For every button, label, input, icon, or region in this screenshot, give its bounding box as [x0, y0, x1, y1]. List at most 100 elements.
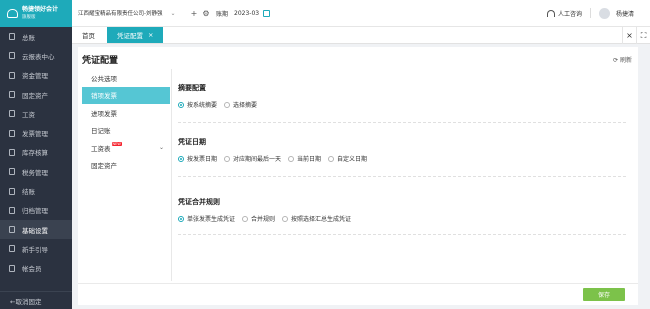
radio-label: 单张发票生成凭证	[187, 216, 236, 223]
sidebar-item-guide[interactable]: 新手引导	[0, 239, 72, 258]
support-link[interactable]: 人工咨询	[558, 9, 582, 18]
sidebar-item-label: 云报表中心	[22, 52, 55, 61]
avatar[interactable]	[598, 7, 610, 19]
user-name[interactable]: 杨捷清	[616, 9, 634, 18]
radio-system-summary[interactable]: 按系统摘要	[178, 100, 217, 109]
tab-bar: 首页 凭证配置 × × ⛶	[72, 26, 650, 44]
fund-icon	[8, 71, 16, 79]
radio-custom-date[interactable]: 自定义日期	[328, 154, 367, 163]
asset-icon	[8, 91, 16, 99]
radio-group: 按系统摘要 选择摘要	[178, 100, 626, 109]
radio-label: 对应期间最后一天	[233, 156, 282, 163]
subnav-label: 销项发票	[91, 92, 117, 101]
subnav-label: 工资表	[91, 144, 111, 153]
member-icon	[8, 264, 16, 272]
period-label: 账期	[216, 10, 229, 18]
section-voucher-date: 凭证日期 按发票日期 对应期间最后一天 当前日期 自定义日期	[178, 123, 626, 177]
refresh-button[interactable]: ⟳ 刷新	[613, 55, 632, 64]
radio-group: 按发票日期 对应期间最后一天 当前日期 自定义日期	[178, 154, 626, 163]
sidebar-item-salary[interactable]: 工资	[0, 104, 72, 123]
section-title: 凭证合并规则	[178, 198, 220, 206]
sidebar-item-tax[interactable]: 税务管理	[0, 162, 72, 181]
main-panel: 凭证配置 ⟳ 刷新 公共选项 销项发票 进项发票 日记账 工资表 NEW ⌄ 固…	[78, 47, 638, 305]
radio-unchecked-icon	[224, 101, 231, 108]
ledger-icon	[8, 33, 16, 41]
subnav-label: 固定资产	[91, 162, 117, 171]
divider	[589, 8, 591, 18]
subnav-item-salary[interactable]: 工资表 NEW ⌄	[82, 139, 170, 157]
sidebar-item-label: 帐会员	[22, 265, 42, 274]
sidebar-item-inventory[interactable]: 库存核算	[0, 143, 72, 162]
tab-label: 凭证配置	[117, 32, 143, 40]
sidebar-item-label: 资金管理	[22, 72, 48, 81]
radio-current-date[interactable]: 当前日期	[288, 154, 321, 163]
radio-select-summary[interactable]: 选择摘要	[224, 100, 257, 109]
sidebar-item-invoice[interactable]: 发票管理	[0, 123, 72, 142]
radio-unchecked-icon	[224, 155, 231, 162]
sidebar-item-ledger[interactable]: 总账	[0, 27, 72, 46]
sidebar-item-label: 结账	[22, 188, 35, 197]
radio-label: 合并规则	[251, 216, 276, 223]
subnav-label: 进项发票	[91, 109, 117, 118]
guide-icon	[8, 245, 16, 253]
divider	[171, 69, 172, 281]
section-title: 摘要配置	[178, 84, 206, 92]
subnav-item-fixed-asset[interactable]: 固定资产	[82, 157, 170, 175]
company-name: 江西耀宝精品有限责任公司-刘静强	[78, 11, 163, 17]
close-period-icon	[8, 187, 16, 195]
subnav-item-journal[interactable]: 日记账	[82, 122, 170, 140]
sidebar-item-member[interactable]: 帐会员	[0, 259, 72, 278]
new-badge: NEW	[111, 141, 122, 146]
tab-voucher-config[interactable]: 凭证配置 ×	[107, 27, 164, 43]
sidebar-item-cloud-report[interactable]: 云报表中心	[0, 46, 72, 65]
settings-icon	[8, 226, 16, 234]
sidebar-item-fund[interactable]: 资金管理	[0, 66, 72, 85]
chevron-down-icon[interactable]: ⌄	[159, 144, 164, 151]
sidebar-item-label: 总账	[22, 33, 35, 42]
radio-checked-icon	[178, 101, 184, 108]
radio-period-last-day[interactable]: 对应期间最后一天	[224, 154, 281, 163]
gear-icon[interactable]: ⚙	[200, 9, 212, 18]
app-logo[interactable]: 畅捷领好会计 旗舰版	[0, 0, 72, 27]
subnav-label: 日记账	[91, 127, 111, 136]
sidebar-item-label: 归档管理	[22, 207, 48, 216]
unpin-sidebar-button[interactable]: ←取消固定	[0, 291, 72, 309]
page-title: 凭证配置	[82, 56, 119, 66]
radio-label: 按照选择汇总生成凭证	[291, 216, 352, 223]
company-selector[interactable]: 江西耀宝精品有限责任公司-刘静强 ⌄	[72, 9, 188, 18]
subnav-item-common[interactable]: 公共选项	[82, 69, 170, 87]
save-button[interactable]: 保存	[583, 288, 625, 301]
sidebar-item-label: 工资	[22, 110, 35, 119]
invoice-icon	[8, 129, 16, 137]
radio-single-invoice[interactable]: 单张发票生成凭证	[178, 214, 235, 223]
close-icon[interactable]: ×	[148, 31, 153, 39]
radio-summary-by-selection[interactable]: 按照选择汇总生成凭证	[282, 214, 351, 223]
sidebar: 畅捷领好会计 旗舰版 总账 云报表中心 资金管理 固定资产 工资 发票管理 库存…	[0, 0, 72, 309]
sidebar-item-close-period[interactable]: 结账	[0, 181, 72, 200]
radio-unchecked-icon	[288, 155, 295, 162]
sidebar-item-label: 基础设置	[22, 226, 48, 235]
sidebar-item-asset[interactable]: 固定资产	[0, 85, 72, 104]
config-sections: 摘要配置 按系统摘要 选择摘要 凭证日期 按发票日期 对应期间最后一天 当前日期…	[178, 69, 626, 235]
sidebar-item-archive[interactable]: 归档管理	[0, 201, 72, 220]
period-picker[interactable]: 账期 2023-03	[216, 9, 271, 18]
radio-group: 单张发票生成凭证 合并规则 按照选择汇总生成凭证	[178, 214, 626, 223]
radio-label: 当前日期	[297, 156, 322, 163]
subnav-item-sales-invoice[interactable]: 销项发票	[82, 86, 170, 104]
radio-checked-icon	[178, 155, 184, 162]
tab-home[interactable]: 首页	[72, 27, 105, 43]
archive-icon	[8, 206, 16, 214]
fullscreen-icon[interactable]: ⛶	[636, 26, 650, 44]
radio-invoice-date[interactable]: 按发票日期	[178, 154, 217, 163]
close-icon[interactable]: ×	[622, 26, 636, 44]
sidebar-item-label: 税务管理	[22, 168, 48, 177]
sidebar-item-label: 库存核算	[22, 149, 48, 158]
sidebar-item-settings[interactable]: 基础设置	[0, 219, 72, 240]
chevron-down-icon: ⌄	[170, 9, 176, 17]
sidebar-item-label: 新手引导	[22, 245, 48, 254]
sidebar-item-label: 固定资产	[22, 91, 48, 100]
radio-merge-rule[interactable]: 合并规则	[242, 214, 275, 223]
radio-checked-icon	[178, 215, 184, 222]
add-icon[interactable]: +	[188, 9, 200, 18]
subnav-item-purchase-invoice[interactable]: 进项发票	[82, 104, 170, 122]
